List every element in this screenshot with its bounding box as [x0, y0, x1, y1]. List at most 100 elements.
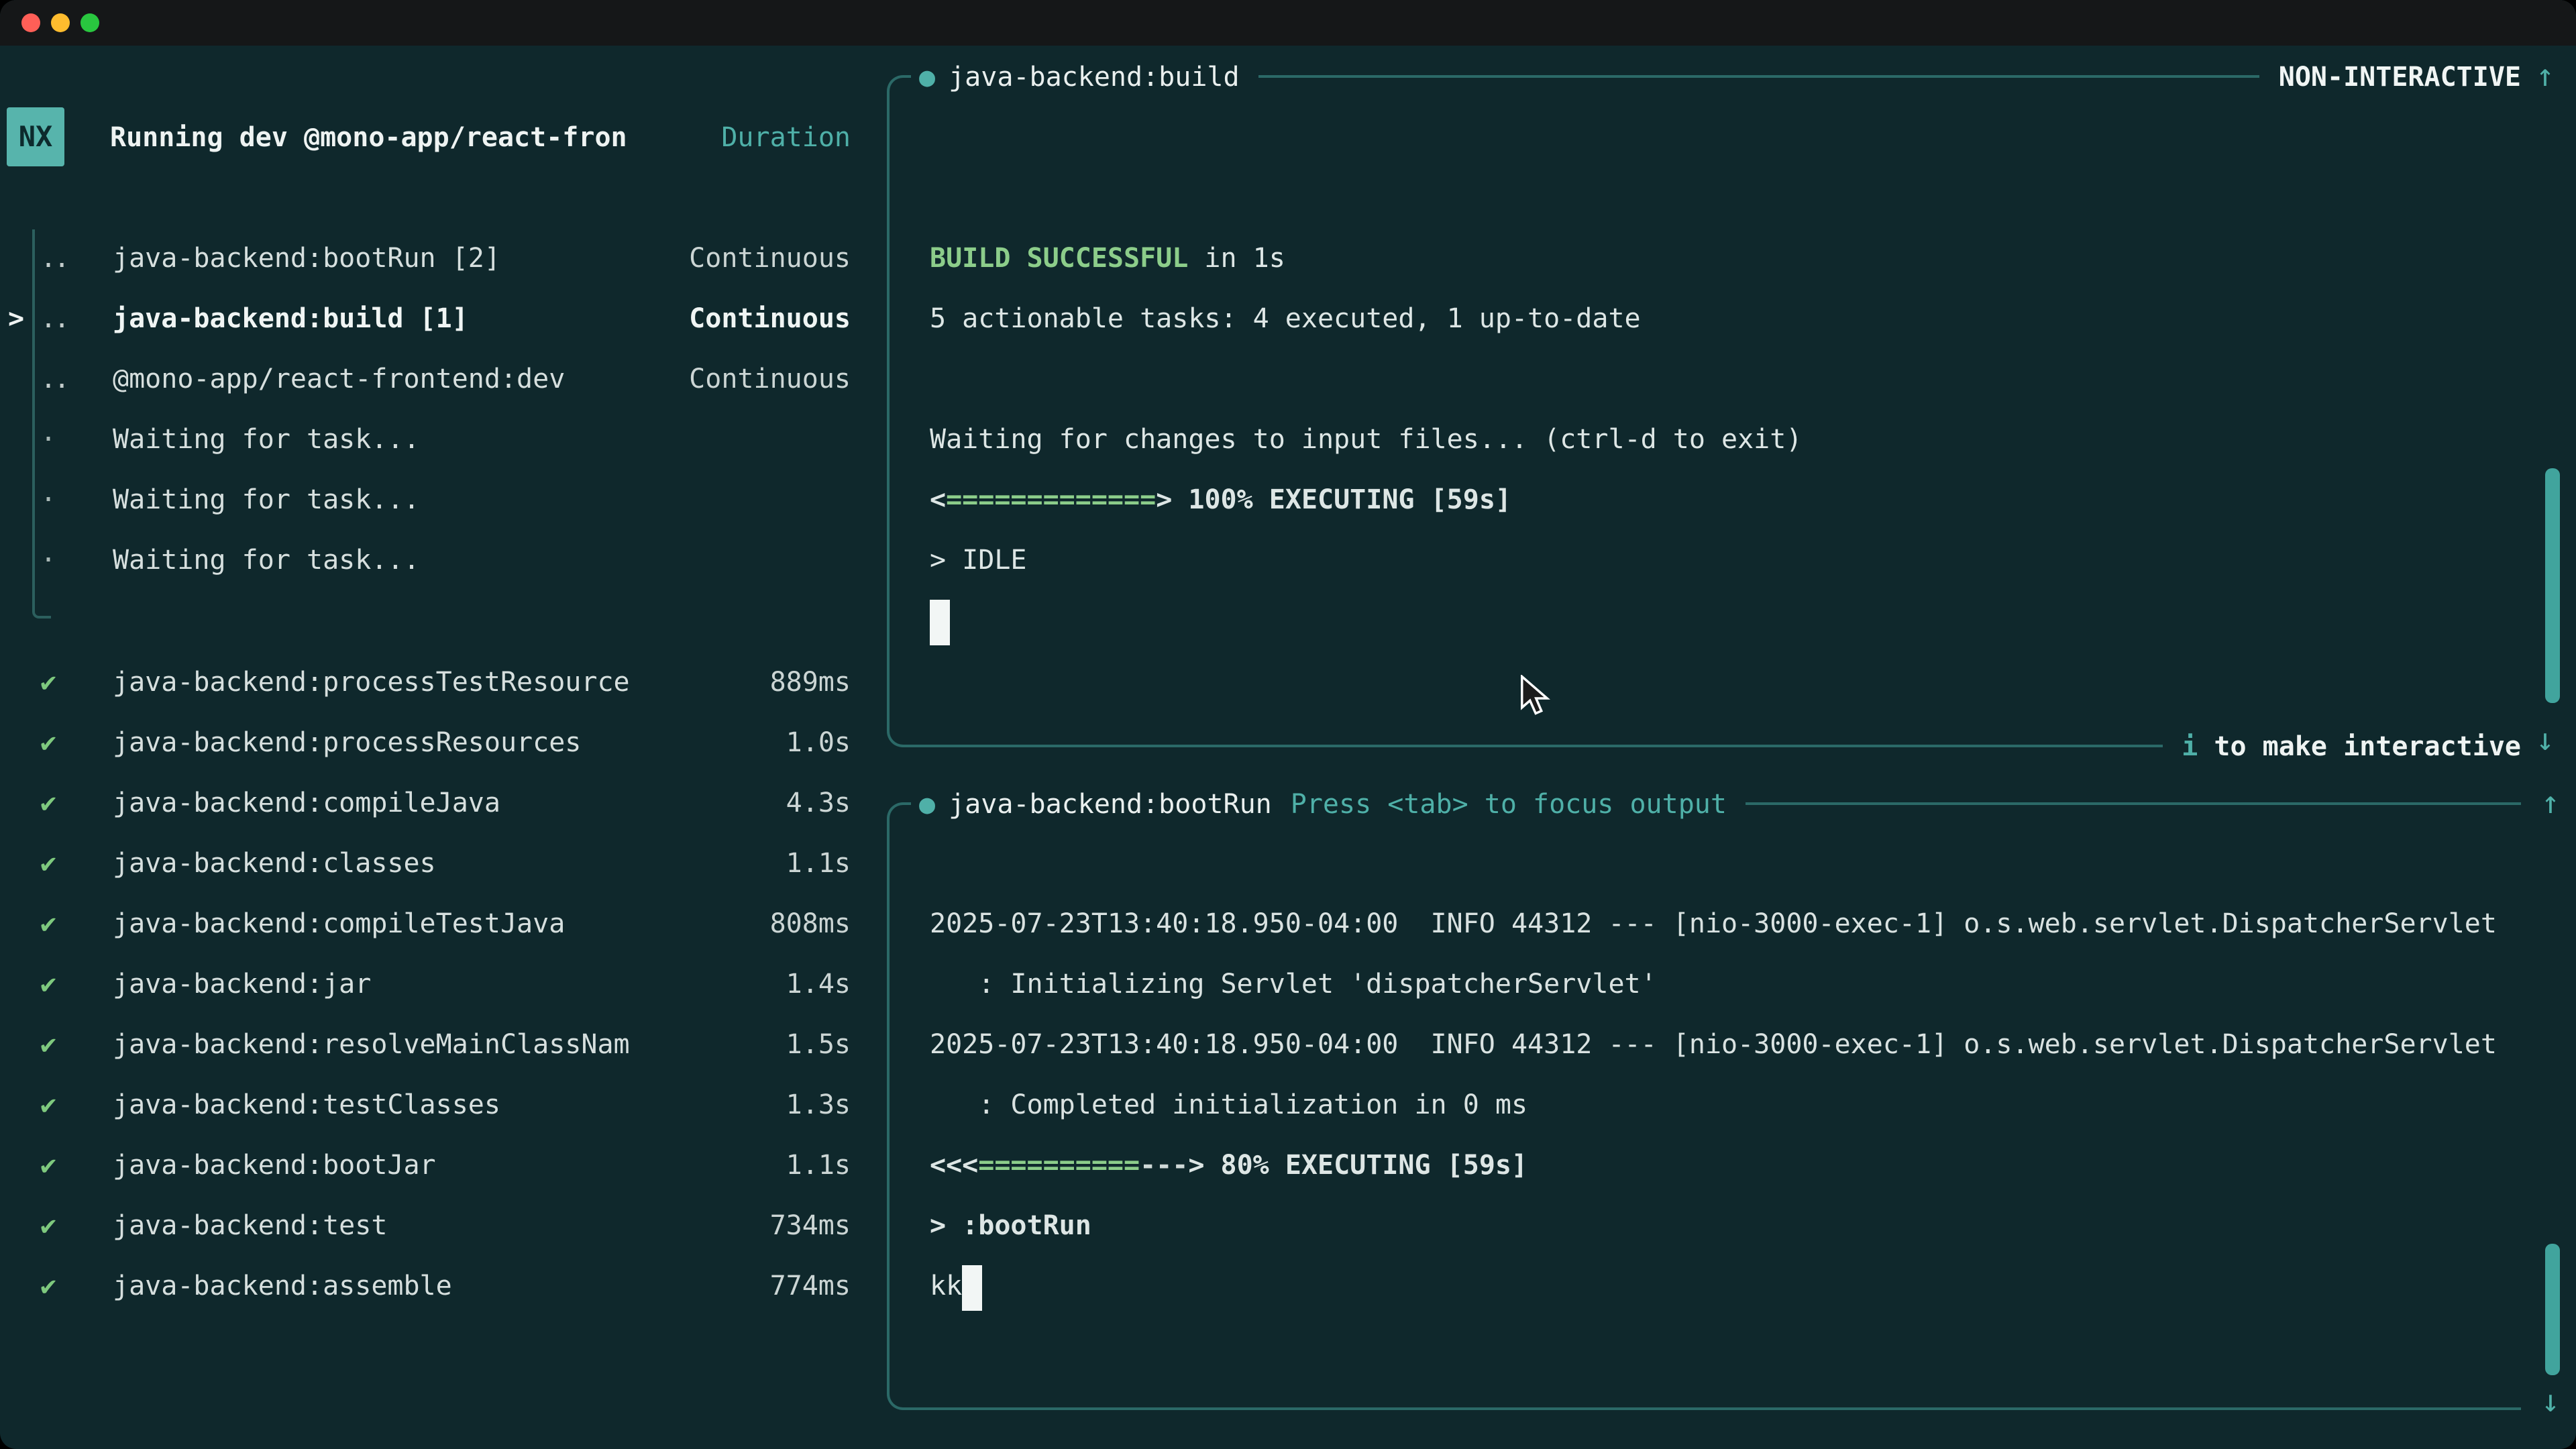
task-label: java-backend:resolveMainClassNam [113, 1014, 786, 1075]
check-icon: ✔ [38, 652, 113, 712]
task-duration: Continuous [689, 349, 851, 409]
sidebar-title: Running dev @mono-app/react-fron [110, 107, 627, 166]
task-row[interactable]: ✔ java-backend:compileJava 4.3s [0, 773, 851, 833]
waiting-dot-icon: · [38, 409, 113, 470]
build-success-text: BUILD SUCCESSFUL [930, 241, 1188, 274]
build-pane-title: java-backend:build [949, 52, 1258, 101]
help-key: ? [835, 1434, 851, 1449]
task-duration: Continuous [689, 228, 851, 288]
check-icon: ✔ [38, 954, 113, 1014]
task-sidebar: NX Running dev @mono-app/react-fron Dura… [0, 46, 872, 1449]
interactive-hint: i to make interactive [2163, 722, 2521, 770]
check-icon: ✔ [38, 894, 113, 954]
typed-input: kk [930, 1269, 962, 1301]
task-row[interactable]: · Waiting for task... [0, 470, 851, 530]
task-duration: 1.1s [786, 833, 851, 894]
build-scrollbar-thumb[interactable] [2545, 468, 2560, 703]
progress-line: <=============> 100% EXECUTING [59s] [930, 470, 2510, 530]
check-icon: ✔ [38, 773, 113, 833]
check-icon: ✔ [38, 1135, 113, 1195]
task-bullet-icon: ● [911, 780, 949, 828]
waiting-dot-icon: · [38, 470, 113, 530]
task-label: java-backend:processTestResource [113, 652, 770, 712]
sidebar-footer: ←1/2→ quit:qhelp:? [8, 1374, 851, 1434]
task-row[interactable]: · Waiting for task... [0, 530, 851, 590]
task-duration: 4.3s [786, 773, 851, 833]
task-label: java-backend:testClasses [113, 1075, 786, 1135]
log-line: 2025-07-23T13:40:18.950-04:00 INFO 44312… [930, 894, 2510, 954]
build-terminal-output: BUILD SUCCESSFUL in 1s 5 actionable task… [930, 228, 2510, 651]
task-row[interactable]: ✔ java-backend:jar 1.4s [0, 954, 851, 1014]
task-label: java-backend:bootRun [2] [113, 228, 689, 288]
progress-line: <<<==========---> 80% EXECUTING [59s] [930, 1135, 2510, 1195]
help-label: help: [740, 1434, 820, 1449]
task-row[interactable]: .. @mono-app/react-frontend:dev Continuo… [0, 349, 851, 409]
terminal-line: > IDLE [930, 530, 2510, 590]
scroll-up-icon[interactable]: ↑ [2530, 784, 2571, 824]
scroll-down-icon[interactable]: ↓ [2530, 1382, 2571, 1422]
task-label: @mono-app/react-frontend:dev [113, 349, 689, 409]
task-row[interactable]: · Waiting for task... [0, 409, 851, 470]
nx-logo: NX [7, 107, 64, 166]
task-row[interactable]: ✔ java-backend:classes 1.1s [0, 833, 851, 894]
task-row[interactable]: ✔ java-backend:bootJar 1.1s [0, 1135, 851, 1195]
check-icon: ✔ [38, 1195, 113, 1256]
log-line: : Completed initialization in 0 ms [930, 1075, 2510, 1135]
quit-label: quit: [595, 1434, 676, 1449]
check-icon: ✔ [38, 712, 113, 773]
pager-next-icon[interactable]: → [223, 1434, 239, 1449]
check-icon: ✔ [38, 1256, 113, 1316]
titlebar [0, 0, 2576, 46]
zoom-button[interactable] [80, 13, 99, 32]
cursor-line [930, 590, 2510, 651]
task-duration: 774ms [770, 1256, 851, 1316]
task-label: Waiting for task... [113, 409, 851, 470]
progress-bar: ========== [978, 1148, 1140, 1181]
build-output-pane[interactable]: ● java-backend:build NON-INTERACTIVE BUI… [887, 75, 2521, 747]
close-button[interactable] [21, 13, 40, 32]
task-row[interactable]: ✔ java-backend:resolveMainClassNam 1.5s [0, 1014, 851, 1075]
task-label: java-backend:bootJar [113, 1135, 786, 1195]
task-duration: 1.3s [786, 1075, 851, 1135]
scroll-up-icon[interactable]: ↑ [2525, 56, 2565, 97]
task-label: java-backend:compileTestJava [113, 894, 770, 954]
task-row[interactable]: ✔ java-backend:testClasses 1.3s [0, 1075, 851, 1135]
hint-text: to make interactive [2198, 730, 2521, 762]
input-line[interactable]: kk [930, 1256, 2510, 1316]
terminal-cursor [930, 599, 950, 645]
terminal-line: Waiting for changes to input files... (c… [930, 409, 2510, 470]
task-duration: 734ms [770, 1195, 851, 1256]
spinner-icon: .. [38, 349, 113, 409]
task-row[interactable]: ✔ java-backend:compileTestJava 808ms [0, 894, 851, 954]
blank-line [930, 349, 2510, 409]
quit-key: q [689, 1434, 705, 1449]
task-row[interactable]: ✔ java-backend:processTestResource 889ms [0, 652, 851, 712]
spinner-icon: .. [38, 228, 113, 288]
task-duration: 889ms [770, 652, 851, 712]
scroll-down-icon[interactable]: ↓ [2525, 720, 2565, 761]
bootrun-pane-header: ● java-backend:bootRun Press <tab> to fo… [890, 780, 2521, 828]
check-icon: ✔ [38, 833, 113, 894]
minimize-button[interactable] [51, 13, 70, 32]
task-row[interactable]: ✔ java-backend:assemble 774ms [0, 1256, 851, 1316]
focus-hint: Press <tab> to focus output [1291, 780, 1746, 828]
hint-key: i [2182, 730, 2198, 762]
task-label: java-backend:test [113, 1195, 770, 1256]
bootrun-output-pane[interactable]: ● java-backend:bootRun Press <tab> to fo… [887, 802, 2521, 1410]
log-line: : Initializing Servlet 'dispatcherServle… [930, 954, 2510, 1014]
bootrun-scrollbar-thumb[interactable] [2545, 1244, 2560, 1375]
task-row-selected[interactable]: > .. java-backend:build [1] Continuous [0, 288, 851, 349]
task-row[interactable]: ✔ java-backend:test 734ms [0, 1195, 851, 1256]
mode-badge: NON-INTERACTIVE [2260, 52, 2521, 101]
terminal-line: 5 actionable tasks: 4 executed, 1 up-to-… [930, 288, 2510, 349]
task-row[interactable]: .. java-backend:bootRun [2] Continuous [0, 228, 851, 288]
task-duration: Continuous [689, 288, 851, 349]
task-duration: 1.1s [786, 1135, 851, 1195]
pager-prev-icon[interactable]: ← [138, 1434, 154, 1449]
task-row[interactable]: ✔ java-backend:processResources 1.0s [0, 712, 851, 773]
task-label: Waiting for task... [113, 470, 851, 530]
log-line: 2025-07-23T13:40:18.950-04:00 INFO 44312… [930, 1014, 2510, 1075]
task-label: java-backend:build [1] [113, 288, 689, 349]
running-task-list: .. java-backend:bootRun [2] Continuous >… [0, 228, 851, 590]
terminal-line: BUILD SUCCESSFUL in 1s [930, 228, 2510, 288]
